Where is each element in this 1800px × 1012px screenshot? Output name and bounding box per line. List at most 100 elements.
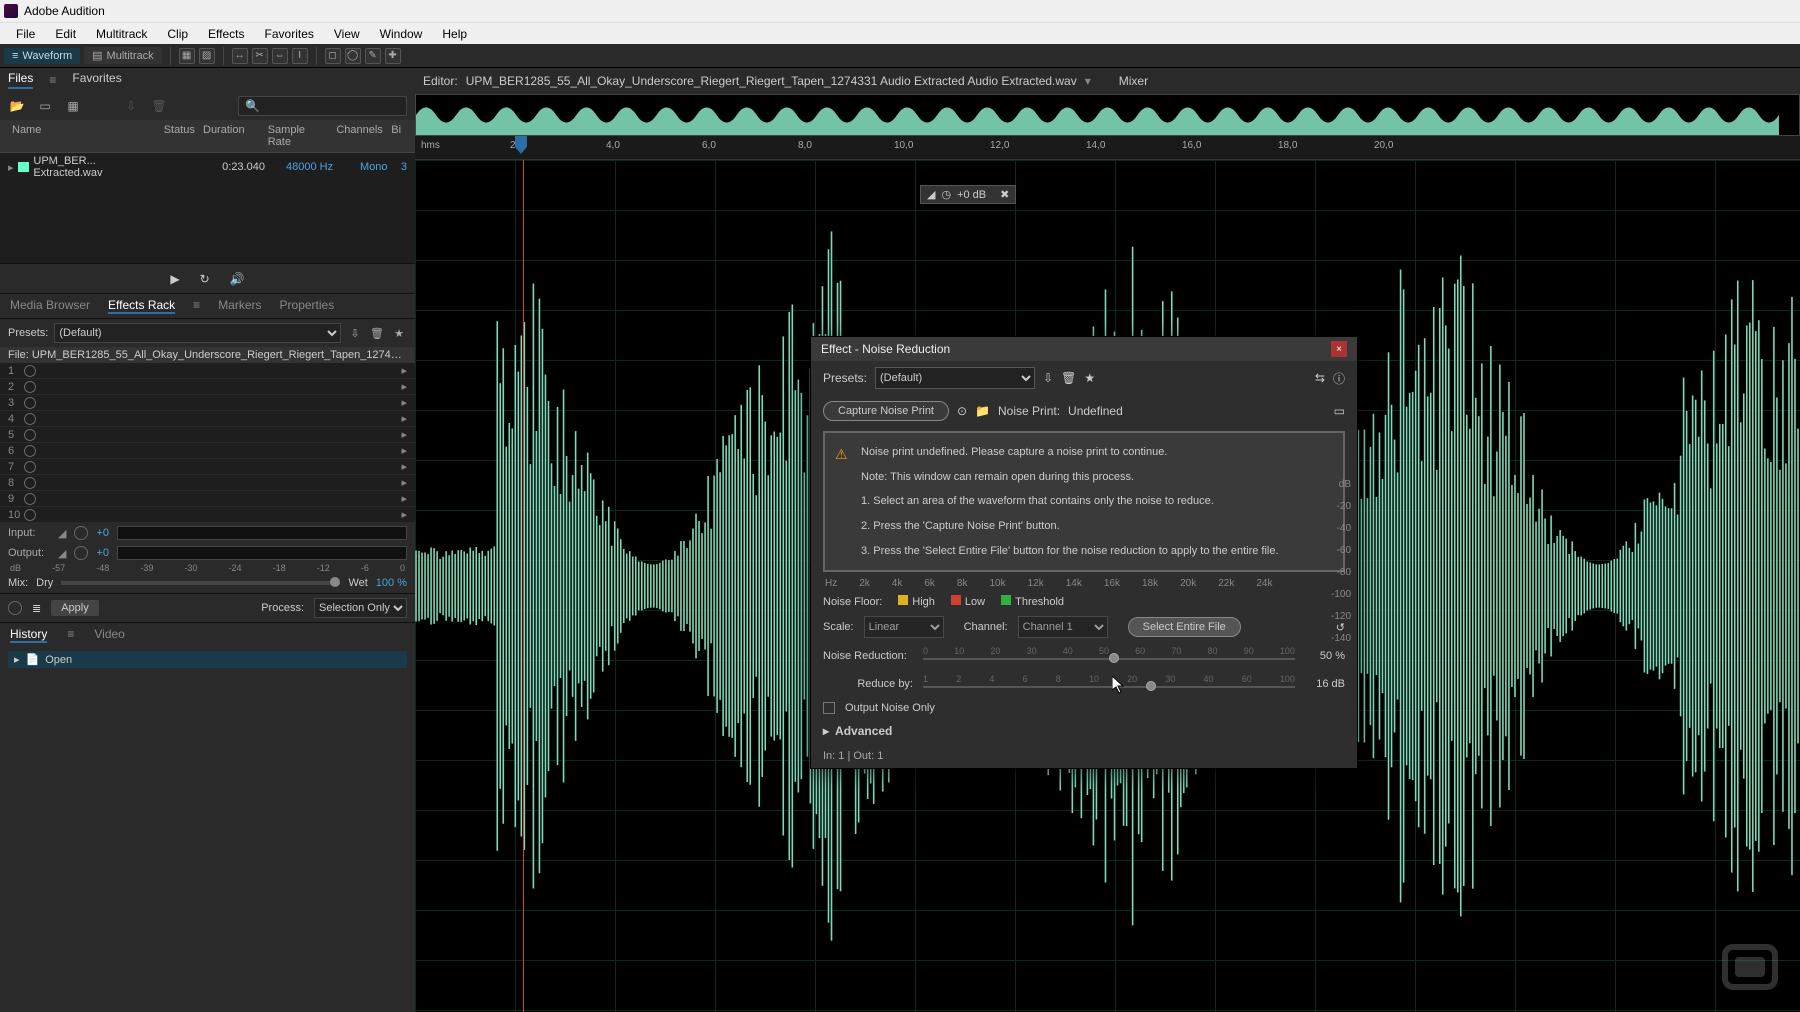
channel-map-icon[interactable]: ⇆ (1315, 371, 1325, 385)
play-icon[interactable]: ▶ (170, 272, 179, 286)
power-icon[interactable] (24, 493, 36, 505)
autoplay-icon[interactable]: 🔊 (230, 272, 245, 286)
menu-effects[interactable]: Effects (198, 27, 254, 41)
slider-thumb[interactable] (1109, 653, 1119, 663)
dialog-title-bar[interactable]: Effect - Noise Reduction × (811, 337, 1357, 361)
output-noise-checkbox[interactable] (823, 702, 835, 714)
power-icon[interactable] (24, 413, 36, 425)
pin-icon[interactable]: ✖ (1000, 188, 1009, 201)
tab-history[interactable]: History (10, 627, 47, 643)
scale-select[interactable]: Linear (864, 616, 944, 638)
graph-toggle-icon[interactable]: ▭ (1334, 404, 1345, 418)
fx-slot[interactable]: 9▸ (0, 491, 415, 507)
col-duration[interactable]: Duration (199, 122, 264, 150)
chevron-right-icon[interactable]: ▸ (401, 476, 407, 489)
dialog-presets-select[interactable]: (Default) (875, 367, 1035, 389)
tab-media-browser[interactable]: Media Browser (10, 298, 90, 314)
power-icon[interactable] (24, 365, 36, 377)
advanced-toggle[interactable]: ▸ Advanced (811, 718, 1357, 744)
mode-waveform[interactable]: ≡ Waveform (4, 48, 80, 64)
folder-icon[interactable]: 📁 (975, 404, 990, 418)
process-select[interactable]: Selection Only (314, 598, 407, 618)
import-icon[interactable]: ⇩ (122, 97, 140, 115)
knob-icon[interactable] (74, 526, 88, 540)
chevron-right-icon[interactable]: ▸ (8, 161, 18, 174)
menu-view[interactable]: View (324, 27, 370, 41)
tab-video[interactable]: Video (94, 627, 124, 643)
presets-select[interactable]: (Default) (54, 323, 341, 343)
menu-clip[interactable]: Clip (157, 27, 198, 41)
tab-favorites[interactable]: Favorites (72, 71, 121, 89)
power-icon[interactable] (24, 477, 36, 489)
tab-markers[interactable]: Markers (218, 298, 261, 314)
fx-slot[interactable]: 4▸ (0, 411, 415, 427)
tool-slip-icon[interactable]: ⇔ (272, 48, 288, 64)
fx-slot[interactable]: 10▸ (0, 507, 415, 523)
col-samplerate[interactable]: Sample Rate (264, 122, 333, 150)
hamburger-icon[interactable]: ≡ (49, 73, 56, 87)
tool-move-icon[interactable]: ↔ (232, 48, 248, 64)
chevron-right-icon[interactable]: ▸ (401, 412, 407, 425)
rb-slider[interactable]: 1 2 4 6 8 10 20 30 40 60 100 (923, 674, 1295, 694)
favorite-icon[interactable]: ★ (391, 327, 407, 340)
knob-icon[interactable] (74, 546, 88, 560)
delete-preset-icon[interactable]: 🗑 (1061, 371, 1076, 385)
select-entire-file-button[interactable]: Select Entire File (1128, 617, 1241, 637)
fx-slot[interactable]: 8▸ (0, 475, 415, 491)
chevron-right-icon[interactable]: ▸ (401, 460, 407, 473)
timeline[interactable]: hms 2,0 4,0 6,0 8,0 10,0 12,0 14,0 16,0 … (415, 136, 1800, 160)
col-channels[interactable]: Channels (332, 122, 387, 150)
menu-window[interactable]: Window (370, 27, 433, 41)
tab-properties[interactable]: Properties (280, 298, 335, 314)
tab-effects-rack[interactable]: Effects Rack (108, 298, 175, 314)
slider-thumb[interactable] (1146, 681, 1156, 691)
tool-heal-icon[interactable]: ✚ (385, 48, 401, 64)
slider-thumb[interactable] (330, 577, 340, 587)
channel-select[interactable]: Channel 1 (1018, 616, 1108, 638)
menu-file[interactable]: File (6, 27, 45, 41)
fx-slot[interactable]: 2▸ (0, 379, 415, 395)
tool-marquee-icon[interactable]: ◻ (325, 48, 341, 64)
hamburger-icon[interactable]: ≡ (193, 298, 200, 314)
gain-hud[interactable]: ◢ ◷ +0 dB ✖ (920, 185, 1016, 204)
power-icon[interactable] (24, 461, 36, 473)
trash-icon[interactable]: 🗑 (150, 97, 168, 115)
tool-time-select-icon[interactable]: I (292, 48, 308, 64)
overview-waveform[interactable] (415, 94, 1800, 136)
record-icon[interactable]: ⊙ (957, 404, 967, 418)
chevron-right-icon[interactable]: ▸ (401, 364, 407, 377)
col-name[interactable]: Name (8, 122, 160, 150)
file-row[interactable]: ▸ UPM_BER... Extracted.wav 0:23.040 4800… (0, 153, 415, 181)
fx-slot[interactable]: 7▸ (0, 459, 415, 475)
new-multitrack-icon[interactable]: ▦ (64, 97, 82, 115)
list-icon[interactable]: ≣ (32, 602, 41, 615)
tool-pitch-icon[interactable]: ▨ (199, 48, 215, 64)
menu-multitrack[interactable]: Multitrack (86, 27, 157, 41)
chevron-right-icon[interactable]: ▸ (401, 492, 407, 505)
mode-multitrack[interactable]: ▤ Multitrack (84, 47, 161, 64)
power-icon[interactable] (24, 445, 36, 457)
fx-slot[interactable]: 3▸ (0, 395, 415, 411)
tool-brush-icon[interactable]: ✎ (365, 48, 381, 64)
tool-spectral-icon[interactable]: ▦ (179, 48, 195, 64)
editor-menu-icon[interactable]: ▾ (1085, 74, 1091, 88)
power-icon[interactable] (24, 381, 36, 393)
power-icon[interactable] (24, 429, 36, 441)
playhead[interactable] (515, 136, 527, 154)
chevron-right-icon[interactable]: ▸ (401, 444, 407, 457)
nr-slider[interactable]: 0 10 20 30 40 50 60 70 80 90 100 (923, 646, 1295, 666)
tool-lasso-icon[interactable]: ◯ (345, 48, 361, 64)
chevron-right-icon[interactable]: ▸ (401, 428, 407, 441)
close-icon[interactable]: × (1331, 341, 1347, 357)
tab-mixer[interactable]: Mixer (1119, 74, 1148, 88)
tab-files[interactable]: Files (8, 71, 33, 89)
info-icon[interactable]: ⓘ (1333, 370, 1345, 387)
save-preset-icon[interactable]: ⇩ (1043, 371, 1053, 385)
menu-favorites[interactable]: Favorites (255, 27, 324, 41)
mix-slider[interactable] (61, 581, 340, 585)
apply-button[interactable]: Apply (51, 600, 99, 616)
new-file-icon[interactable]: ▭ (36, 97, 54, 115)
favorite-icon[interactable]: ★ (1084, 371, 1095, 385)
delete-preset-icon[interactable]: 🗑 (369, 327, 385, 340)
col-status[interactable]: Status (160, 122, 199, 150)
